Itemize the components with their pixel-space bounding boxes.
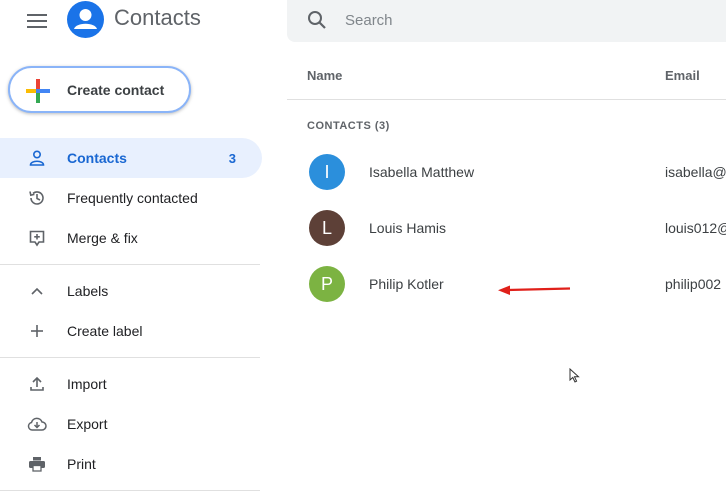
sidebar-item-label: Labels [67, 283, 109, 299]
plus-icon [27, 321, 47, 341]
merge-icon [27, 228, 47, 248]
mouse-cursor-icon [569, 368, 580, 383]
contacts-app: Contacts Create contact [0, 0, 726, 500]
contact-name: Louis Hamis [369, 220, 447, 236]
sidebar-item-label: Print [67, 456, 96, 472]
create-contact-label: Create contact [67, 82, 165, 98]
contact-email: isabella@ [665, 164, 726, 180]
contact-name: Isabella Matthew [369, 164, 475, 180]
colorful-plus-icon [26, 79, 50, 103]
avatar: L [309, 210, 345, 246]
column-header-name[interactable]: Name [307, 68, 342, 83]
sidebar-item-label: Contacts [67, 150, 127, 166]
history-icon [27, 188, 47, 208]
sidebar-item-merge-fix[interactable]: Merge & fix [0, 218, 262, 258]
table-row[interactable]: L Louis Hamis louis012@ [287, 200, 726, 256]
main-menu-button[interactable] [22, 6, 52, 36]
sidebar-item-print[interactable]: Print [0, 444, 262, 484]
avatar: I [309, 154, 345, 190]
cloud-download-icon [27, 414, 47, 434]
app-title: Contacts [114, 5, 201, 30]
sidebar-item-import[interactable]: Import [0, 364, 262, 404]
sidebar-item-label: Merge & fix [67, 230, 138, 246]
search-input[interactable] [345, 9, 705, 31]
sidebar-item-labels[interactable]: Labels [0, 271, 262, 311]
create-contact-button[interactable]: Create contact [8, 66, 191, 113]
search-icon[interactable] [306, 9, 328, 36]
table-row[interactable]: I Isabella Matthew isabella@ [287, 144, 726, 200]
contact-name: Philip Kotler [369, 276, 444, 292]
printer-icon [27, 454, 47, 474]
sidebar-item-label: Export [67, 416, 108, 432]
contacts-logo-icon [67, 1, 104, 38]
search-bar[interactable] [287, 0, 726, 42]
contacts-section-label: CONTACTS (3) [307, 120, 390, 132]
sidebar-item-label: Frequently contacted [67, 190, 198, 206]
hamburger-menu-icon [27, 14, 47, 28]
sidebar-item-create-label[interactable]: Create label [0, 311, 262, 351]
sidebar-item-label: Create label [67, 323, 143, 339]
contact-email: philip002 [665, 276, 722, 292]
sidebar-divider [0, 490, 260, 491]
sidebar-item-label: Import [67, 376, 107, 392]
red-arrow-annotation-icon [498, 285, 571, 295]
contact-email: louis012@ [665, 220, 726, 236]
table-header: Name Email [287, 56, 726, 100]
sidebar-item-export[interactable]: Export [0, 404, 262, 444]
sidebar-divider [0, 357, 260, 358]
sidebar: Contacts 3 Frequently contacted Merge & … [0, 138, 262, 484]
contacts-count-badge: 3 [228, 150, 236, 166]
upload-icon [27, 374, 47, 394]
chevron-up-icon [27, 281, 47, 301]
sidebar-divider [0, 264, 260, 265]
sidebar-item-frequently-contacted[interactable]: Frequently contacted [0, 178, 262, 218]
avatar: P [309, 266, 345, 302]
person-icon [27, 148, 47, 168]
column-header-email[interactable]: Email [665, 68, 700, 83]
sidebar-item-contacts[interactable]: Contacts 3 [0, 138, 262, 178]
